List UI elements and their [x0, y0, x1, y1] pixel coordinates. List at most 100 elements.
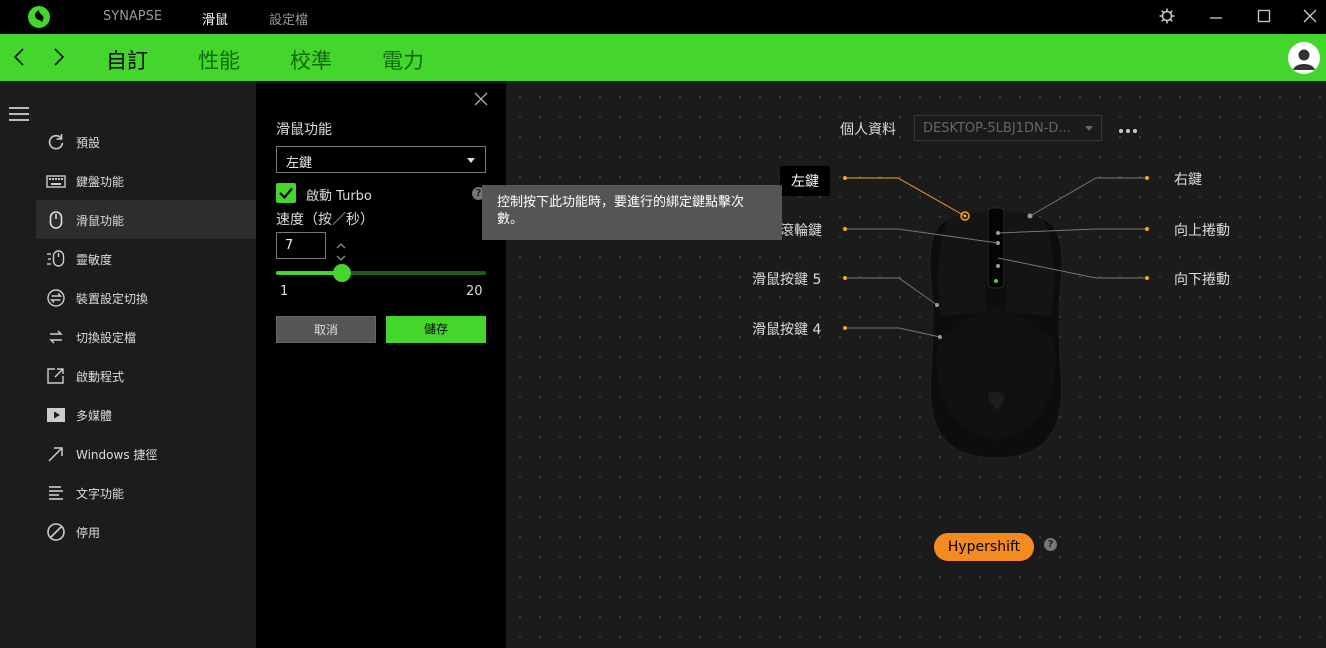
close-panel-icon[interactable]: [472, 90, 490, 108]
connector-mouse-button-5: [845, 277, 938, 306]
checkmark-icon: [279, 187, 293, 200]
connector-right-click: [1029, 177, 1147, 217]
sidebar-item-keyboard-function[interactable]: 鍵盤功能: [36, 161, 256, 200]
mapping-scroll-down[interactable]: 向下捲動: [1174, 269, 1230, 289]
turbo-tooltip: 控制按下此功能時，要進行的綁定鍵點擊次數。: [482, 185, 782, 240]
function-select-value: 左鍵: [286, 156, 313, 171]
keyboard-icon: [46, 171, 66, 191]
sidebar-item-switch-profile[interactable]: 切換設定檔: [36, 317, 256, 356]
settings-gear-icon[interactable]: [1158, 7, 1178, 27]
sidebar-item-label: 文字功能: [76, 487, 125, 501]
speed-input-value: 7: [285, 238, 294, 253]
sidebar-item-windows-shortcut[interactable]: Windows 捷徑: [36, 434, 256, 473]
panel-title: 滑鼠功能: [276, 122, 332, 138]
menu-hamburger-icon[interactable]: [9, 107, 29, 121]
tab-synapse[interactable]: SYNAPSE: [103, 9, 162, 24]
dot-mouse-button-4: [843, 326, 847, 330]
tab-power[interactable]: 電力: [382, 45, 424, 75]
play-icon: [46, 405, 66, 425]
maximize-icon[interactable]: [1256, 7, 1276, 27]
mouse-diagram: [843, 176, 1149, 459]
sidebar-item-label: Windows 捷徑: [76, 448, 158, 462]
sidebar-item-label: 停用: [76, 526, 101, 540]
speed-slider-thumb[interactable]: [333, 264, 351, 282]
launch-program-icon: [46, 366, 66, 386]
increment-icon[interactable]: [336, 235, 346, 249]
forward-arrow-icon[interactable]: [52, 46, 72, 68]
sidebar-item-disable[interactable]: 停用: [36, 512, 256, 551]
dot-scroll-down: [1145, 276, 1149, 280]
anchor-scroll-click: [996, 241, 1000, 245]
minimize-icon[interactable]: [1208, 7, 1228, 27]
anchor-mouse-button-5: [935, 303, 939, 307]
dot-mouse-button-5: [843, 276, 847, 280]
function-select[interactable]: 左鍵: [276, 146, 486, 173]
tab-profiles[interactable]: 設定檔: [269, 9, 308, 28]
anchor-left-click-core: [963, 214, 967, 218]
back-arrow-icon[interactable]: [12, 46, 32, 68]
tab-calibration[interactable]: 校準: [290, 45, 332, 75]
sidebar-item-label: 鍵盤功能: [76, 175, 125, 189]
sidebar-item-mouse-function[interactable]: 滑鼠功能: [36, 200, 256, 239]
anchor-mouse-button-4: [938, 335, 942, 339]
sidebar-item-label: 多媒體: [76, 409, 113, 423]
reset-icon: [46, 132, 66, 152]
sidebar-item-sensitivity[interactable]: 靈敏度: [36, 239, 256, 278]
mapping-scroll-up[interactable]: 向上捲動: [1174, 220, 1230, 240]
mapping-left-click[interactable]: 左鍵: [780, 166, 830, 196]
razer-logo-icon: [28, 6, 50, 28]
device-switch-icon: [46, 288, 66, 308]
mapping-mouse-button-5[interactable]: 滑鼠按鍵 5: [752, 269, 821, 289]
swap-profile-icon: [46, 327, 66, 347]
anchor-scroll-down: [996, 264, 1000, 268]
turbo-checkbox[interactable]: [276, 183, 296, 203]
close-window-icon[interactable]: [1302, 7, 1322, 27]
dot-right-click: [1145, 176, 1149, 180]
mouse-icon: [46, 210, 66, 230]
user-avatar[interactable]: [1288, 42, 1320, 74]
title-bar: SYNAPSE 滑鼠 設定檔: [0, 0, 1326, 36]
sidebar-item-label: 切換設定檔: [76, 331, 137, 345]
sidebar-item-text-function[interactable]: 文字功能: [36, 473, 256, 512]
mapping-right-click[interactable]: 右鍵: [1174, 169, 1202, 189]
sidebar-item-label: 預設: [76, 136, 101, 150]
slider-max-label: 20: [466, 284, 483, 299]
save-button[interactable]: 儲存: [386, 316, 486, 343]
chevron-down-icon: [467, 158, 475, 163]
disable-icon: [46, 522, 66, 542]
sidebar-item-label: 裝置設定切換: [76, 292, 149, 306]
sidebar-item-device-switch[interactable]: 裝置設定切換: [36, 278, 256, 317]
connector-left-click: [845, 177, 966, 217]
sensitivity-icon: [46, 249, 66, 269]
hypershift-help-icon[interactable]: ?: [1044, 538, 1057, 551]
arrow-shortcut-icon: [46, 444, 66, 464]
anchor-right-click: [1027, 213, 1033, 219]
speed-slider[interactable]: [276, 264, 486, 282]
speed-label: 速度（按／秒）: [276, 212, 374, 228]
sidebar-item-default[interactable]: 預設: [36, 122, 256, 161]
sidebar-item-label: 啟動程式: [76, 370, 125, 384]
sidebar-item-label: 滑鼠功能: [76, 214, 125, 228]
dot-scroll-click: [843, 227, 847, 231]
mapping-mouse-button-4[interactable]: 滑鼠按鍵 4: [752, 319, 821, 339]
text-icon: [46, 483, 66, 503]
sub-navigation-bar: 自訂 性能 校準 電力: [0, 34, 1326, 81]
mapping-scroll-click[interactable]: 滾輪鍵: [780, 220, 822, 240]
decrement-icon[interactable]: [336, 247, 346, 261]
scroll-wheel: [987, 207, 1005, 289]
sidebar-item-label: 靈敏度: [76, 253, 113, 267]
mouse-left-click-shape: [938, 211, 986, 316]
mouse-right-click-shape: [1006, 211, 1054, 316]
sidebar-item-multimedia[interactable]: 多媒體: [36, 395, 256, 434]
hypershift-button[interactable]: Hypershift: [934, 533, 1034, 561]
mouse-canvas: 個人資料 DESKTOP-5LBJ1DN-D... 左鍵 滾輪鍵 滑鼠按鍵 5 …: [506, 81, 1326, 648]
tab-customize[interactable]: 自訂: [106, 45, 148, 75]
tab-performance[interactable]: 性能: [198, 45, 240, 75]
sidebar-item-launch-program[interactable]: 啟動程式: [36, 356, 256, 395]
sidebar: 預設 鍵盤功能 滑鼠功能 靈敏度 裝置設定切換 切換設定檔 啟動程式 多媒體 W…: [0, 81, 256, 648]
speed-input[interactable]: 7: [276, 232, 326, 259]
dot-scroll-up: [1145, 227, 1149, 231]
tab-mouse[interactable]: 滑鼠: [202, 9, 229, 36]
anchor-scroll-up: [996, 231, 1000, 235]
cancel-button[interactable]: 取消: [276, 316, 376, 343]
